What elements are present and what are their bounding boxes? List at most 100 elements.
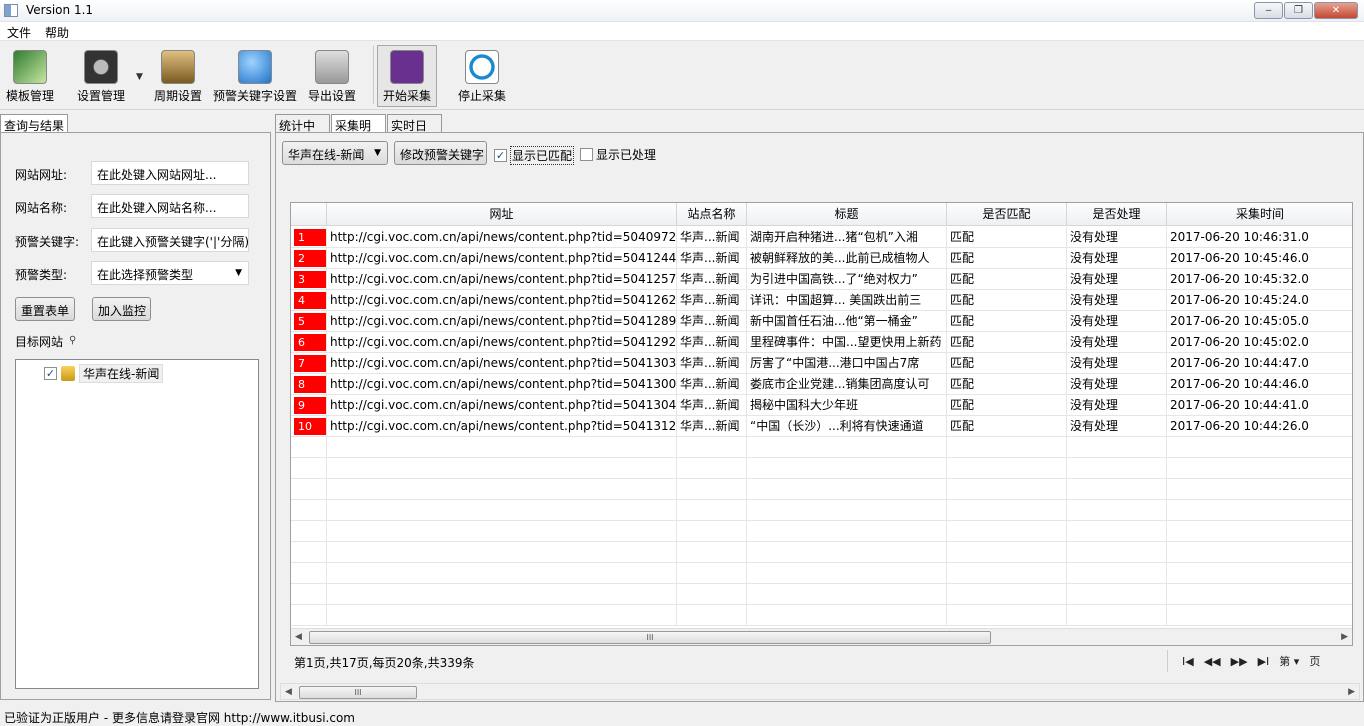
cell-site[interactable]: 华声...新闻 [677,395,747,416]
cell-time[interactable]: 2017-06-20 10:45:24.0 [1167,290,1352,311]
table-row[interactable]: 3 http://cgi.voc.com.cn/api/news/content.… [291,269,1352,290]
cell-title[interactable] [747,605,947,626]
scroll-right-icon[interactable]: ▶ [1348,687,1355,697]
cell-matched[interactable]: 匹配 [947,290,1067,311]
row-header[interactable] [291,521,327,542]
cell-processed[interactable]: 没有处理 [1067,248,1167,269]
row-header[interactable] [291,605,327,626]
cell-title[interactable] [747,458,947,479]
cell-processed[interactable]: 没有处理 [1067,269,1167,290]
cell-time[interactable] [1167,479,1352,500]
tree-item[interactable]: ✓ 华声在线-新闻 [44,363,164,383]
cell-matched[interactable] [947,542,1067,563]
table-row[interactable] [291,542,1352,563]
cell-url[interactable] [327,437,677,458]
template-button[interactable]: 模板管理 [4,46,56,104]
cell-processed[interactable] [1067,458,1167,479]
table-row[interactable]: 10 http://cgi.voc.com.cn/api/news/content… [291,416,1352,437]
cell-site[interactable]: 华声...新闻 [677,353,747,374]
table-row[interactable]: 4 http://cgi.voc.com.cn/api/news/content.… [291,290,1352,311]
cell-site[interactable]: 华声...新闻 [677,311,747,332]
cell-processed[interactable] [1067,437,1167,458]
table-row[interactable] [291,563,1352,584]
cell-url[interactable] [327,584,677,605]
menu-help[interactable]: 帮助 [45,24,69,41]
panel-horizontal-scrollbar[interactable]: ◀ III ▶ [280,683,1360,700]
stop-button[interactable]: 停止采集 [456,46,508,104]
cell-time[interactable] [1167,563,1352,584]
table-row[interactable] [291,605,1352,626]
cell-time[interactable] [1167,458,1352,479]
cell-processed[interactable] [1067,605,1167,626]
cell-matched[interactable] [947,458,1067,479]
table-row[interactable]: 9 http://cgi.voc.com.cn/api/news/content.… [291,395,1352,416]
cell-time[interactable] [1167,584,1352,605]
cell-title[interactable]: 为引进中国高铁...了“绝对权力” [747,269,947,290]
cell-matched[interactable]: 匹配 [947,248,1067,269]
cell-time[interactable]: 2017-06-20 10:45:02.0 [1167,332,1352,353]
row-header[interactable] [291,584,327,605]
cell-processed[interactable]: 没有处理 [1067,395,1167,416]
cell-time[interactable]: 2017-06-20 10:44:26.0 [1167,416,1352,437]
cell-time[interactable] [1167,437,1352,458]
cell-time[interactable]: 2017-06-20 10:45:05.0 [1167,311,1352,332]
next-page-icon[interactable]: ▶▶ [1231,655,1248,668]
tab-statistics[interactable]: 统计中心 [275,114,330,150]
cell-time[interactable]: 2017-06-20 10:46:31.0 [1167,227,1352,248]
cell-processed[interactable]: 没有处理 [1067,332,1167,353]
show-matched-check[interactable]: ✓ [494,149,507,162]
cell-processed[interactable]: 没有处理 [1067,227,1167,248]
cell-matched[interactable]: 匹配 [947,416,1067,437]
cell-matched[interactable]: 匹配 [947,227,1067,248]
cell-matched[interactable]: 匹配 [947,269,1067,290]
row-header[interactable]: 10 [291,416,327,437]
cell-processed[interactable] [1067,521,1167,542]
cell-site[interactable] [677,563,747,584]
keyword-input[interactable]: 在此键入预警关键字('|'分隔) [91,228,249,252]
cell-url[interactable] [327,521,677,542]
show-processed-checkbox[interactable]: 显示已处理 [580,146,656,163]
close-button[interactable]: ✕ [1314,2,1358,19]
cell-matched[interactable]: 匹配 [947,332,1067,353]
cell-site[interactable] [677,437,747,458]
column-header-site[interactable]: 站点名称 [677,203,747,226]
scroll-thumb[interactable]: III [309,631,991,644]
cell-site[interactable]: 华声...新闻 [677,248,747,269]
cell-site[interactable]: 华声...新闻 [677,227,747,248]
cell-processed[interactable] [1067,584,1167,605]
table-row[interactable] [291,584,1352,605]
cell-site[interactable]: 华声...新闻 [677,374,747,395]
cell-site[interactable] [677,458,747,479]
cell-url[interactable]: http://cgi.voc.com.cn/api/news/content.p… [327,374,677,395]
minimize-button[interactable]: ‒ [1254,2,1283,19]
cell-title[interactable]: “中国（长沙）...利将有快速通道 [747,416,947,437]
cell-url[interactable]: http://cgi.voc.com.cn/api/news/content.p… [327,395,677,416]
modify-keyword-button[interactable]: 修改预警关键字 [394,141,487,165]
table-row[interactable]: 5 http://cgi.voc.com.cn/api/news/content.… [291,311,1352,332]
cell-title[interactable] [747,542,947,563]
cell-matched[interactable] [947,605,1067,626]
cell-url[interactable] [327,542,677,563]
settings-button[interactable]: 设置管理 [74,46,128,104]
cell-url[interactable] [327,605,677,626]
cell-time[interactable]: 2017-06-20 10:44:47.0 [1167,353,1352,374]
cell-title[interactable]: 新中国首任石油...他“第一桶金” [747,311,947,332]
cycle-button[interactable]: 周期设置 [153,46,203,104]
cell-title[interactable] [747,563,947,584]
cell-url[interactable]: http://cgi.voc.com.cn/api/news/content.p… [327,416,677,437]
results-grid[interactable]: 网址 站点名称 标题 是否匹配 是否处理 采集时间 1 http://cgi.vo… [290,202,1353,646]
column-header-matched[interactable]: 是否匹配 [947,203,1067,226]
cell-matched[interactable]: 匹配 [947,353,1067,374]
cell-title[interactable]: 娄底市企业党建...销集团高度认可 [747,374,947,395]
add-monitor-button[interactable]: 加入监控 [92,297,151,321]
cell-matched[interactable] [947,500,1067,521]
row-header[interactable]: 8 [291,374,327,395]
cell-title[interactable] [747,479,947,500]
target-site-tree[interactable]: ✓ 华声在线-新闻 [15,359,259,689]
cell-site[interactable] [677,605,747,626]
cell-matched[interactable] [947,437,1067,458]
cell-site[interactable] [677,542,747,563]
cell-url[interactable]: http://cgi.voc.com.cn/api/news/content.p… [327,311,677,332]
last-page-icon[interactable]: ▶I [1258,655,1270,668]
table-row[interactable] [291,521,1352,542]
